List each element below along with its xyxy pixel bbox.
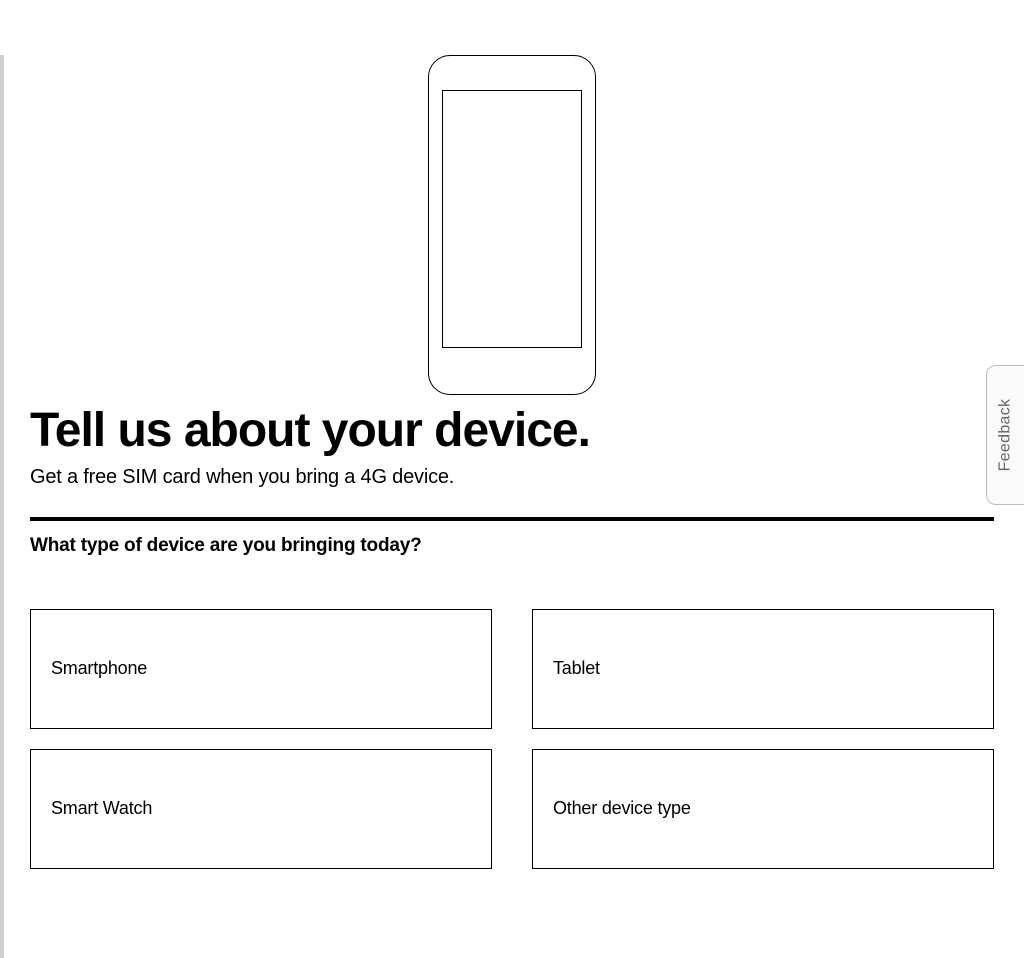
option-label: Smartphone bbox=[51, 658, 147, 678]
phone-illustration bbox=[30, 55, 994, 395]
device-type-question: What type of device are you bringing tod… bbox=[30, 535, 994, 557]
phone-inner-screen bbox=[442, 90, 582, 348]
device-options-grid: Smartphone Tablet Smart Watch Other devi… bbox=[30, 609, 994, 869]
feedback-tab[interactable]: Feedback bbox=[986, 365, 1024, 505]
page-heading: Tell us about your device. bbox=[30, 405, 994, 458]
option-label: Tablet bbox=[553, 658, 600, 678]
option-smart-watch[interactable]: Smart Watch bbox=[30, 749, 492, 869]
option-label: Smart Watch bbox=[51, 798, 152, 818]
feedback-label: Feedback bbox=[997, 399, 1015, 472]
phone-outer-frame bbox=[428, 55, 596, 395]
main-container: Tell us about your device. Get a free SI… bbox=[0, 55, 1024, 869]
option-other-device[interactable]: Other device type bbox=[532, 749, 994, 869]
option-label: Other device type bbox=[553, 798, 691, 818]
option-tablet[interactable]: Tablet bbox=[532, 609, 994, 729]
section-divider bbox=[30, 517, 994, 521]
option-smartphone[interactable]: Smartphone bbox=[30, 609, 492, 729]
page-subheading: Get a free SIM card when you bring a 4G … bbox=[30, 466, 994, 489]
